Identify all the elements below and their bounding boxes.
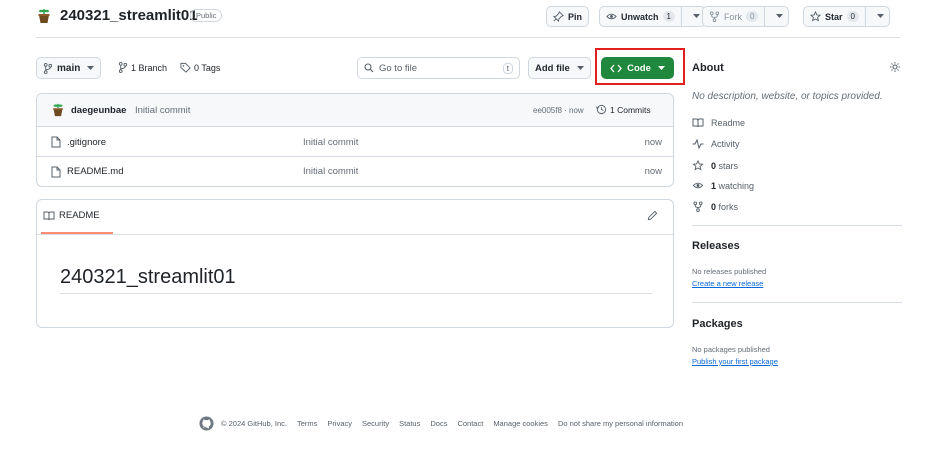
commit-hash-time[interactable]: ee005f8 · now <box>533 106 584 115</box>
footer-link-do-not-share[interactable]: Do not share my personal information <box>558 419 683 428</box>
footer-link-manage-cookies[interactable]: Manage cookies <box>493 419 548 428</box>
file-row[interactable]: .gitignore Initial commit now <box>37 128 673 157</box>
readme-header: README <box>37 200 673 235</box>
eye-icon <box>606 11 617 22</box>
star-icon <box>810 11 821 22</box>
tags-link[interactable]: 0 Tags <box>180 62 220 73</box>
header-divider <box>36 37 900 38</box>
add-file-button[interactable]: Add file <box>528 57 591 79</box>
chevron-down-icon[interactable] <box>872 14 889 19</box>
unwatch-count: 1 <box>662 11 675 22</box>
about-item-watching[interactable]: 1 watching <box>692 180 754 191</box>
sidebar-divider <box>692 225 902 226</box>
latest-commit-bar: daegeunbae Initial commit ee005f8 · now … <box>37 94 673 127</box>
file-time: now <box>644 137 662 148</box>
chevron-down-icon[interactable] <box>771 14 788 19</box>
footer-link-status[interactable]: Status <box>399 419 420 428</box>
commits-link[interactable]: 1 Commits <box>596 104 651 115</box>
code-icon <box>610 64 622 73</box>
file-icon <box>51 136 61 148</box>
star-button[interactable]: Star 0 <box>803 6 890 27</box>
file-row[interactable]: README.md Initial commit now <box>37 158 673 186</box>
file-name[interactable]: .gitignore <box>67 137 106 148</box>
footer-link-privacy[interactable]: Privacy <box>327 419 352 428</box>
shortcut-key: t <box>502 62 513 74</box>
star-count: 0 <box>846 11 859 22</box>
chevron-down-icon <box>657 65 665 71</box>
activity-icon <box>692 139 704 149</box>
go-to-file-placeholder: Go to file <box>379 62 418 74</box>
footer-link-security[interactable]: Security <box>362 419 389 428</box>
about-title: About <box>692 62 724 74</box>
pin-icon <box>553 11 564 22</box>
heading-divider <box>60 293 652 294</box>
about-item-readme[interactable]: Readme <box>692 118 745 128</box>
file-table: daegeunbae Initial commit ee005f8 · now … <box>36 93 674 187</box>
tag-icon <box>180 62 191 73</box>
sidebar-divider <box>692 302 902 303</box>
readme-heading: 240321_streamlit01 <box>60 266 236 288</box>
footer-link-docs[interactable]: Docs <box>430 419 447 428</box>
publish-package-link[interactable]: Publish your first package <box>692 357 778 366</box>
fork-count: 0 <box>746 11 759 22</box>
file-name[interactable]: README.md <box>67 166 123 177</box>
file-icon <box>51 166 61 178</box>
star-icon <box>692 160 704 171</box>
about-item-stars[interactable]: 0 stars <box>692 160 738 171</box>
packages-title[interactable]: Packages <box>692 318 743 330</box>
chevron-down-icon <box>87 65 95 71</box>
releases-title[interactable]: Releases <box>692 240 740 252</box>
about-item-activity[interactable]: Activity <box>692 139 740 149</box>
file-commit-message[interactable]: Initial commit <box>303 166 358 177</box>
chevron-down-icon <box>576 65 584 71</box>
search-icon <box>364 63 374 73</box>
book-icon <box>692 118 704 128</box>
about-item-forks[interactable]: 0 forks <box>692 201 738 212</box>
readme-tab-underline <box>41 232 113 234</box>
fork-icon <box>692 201 704 212</box>
book-icon <box>43 211 55 221</box>
file-commit-message[interactable]: Initial commit <box>303 137 358 148</box>
branches-link[interactable]: 1 Branch <box>118 62 167 73</box>
fork-icon <box>709 11 720 22</box>
edit-icon[interactable] <box>647 210 658 221</box>
branch-selector[interactable]: main <box>36 57 102 79</box>
avatar <box>36 7 52 25</box>
unwatch-button[interactable]: Unwatch 1 <box>599 6 706 27</box>
commit-message[interactable]: Initial commit <box>135 105 190 116</box>
footer-link-contact[interactable]: Contact <box>457 419 483 428</box>
gear-icon[interactable] <box>889 61 901 73</box>
create-release-link[interactable]: Create a new release <box>692 279 763 288</box>
file-time: now <box>644 166 662 177</box>
readme-box: README 240321_streamlit01 <box>36 199 674 328</box>
branch-icon <box>118 62 128 73</box>
releases-empty-text: No releases published <box>692 267 767 276</box>
pin-button[interactable]: Pin <box>546 6 590 27</box>
tab-readme[interactable]: README <box>43 210 100 221</box>
packages-empty-text: No packages published <box>692 345 770 354</box>
code-button[interactable]: Code <box>601 57 674 79</box>
github-logo-icon[interactable] <box>199 416 214 431</box>
fork-button[interactable]: Fork 0 <box>702 6 790 27</box>
branch-icon <box>43 62 53 74</box>
go-to-file-input[interactable]: Go to file t <box>357 57 520 79</box>
footer-copyright: © 2024 GitHub, Inc. <box>221 419 287 428</box>
history-icon <box>596 104 607 115</box>
footer: © 2024 GitHub, Inc. Terms Privacy Securi… <box>199 416 683 431</box>
repo-name[interactable]: 240321_streamlit01 <box>60 7 198 24</box>
avatar <box>51 102 65 118</box>
footer-link-terms[interactable]: Terms <box>297 419 317 428</box>
eye-icon <box>692 180 704 191</box>
about-description: No description, website, or topics provi… <box>692 91 883 102</box>
visibility-badge: Public <box>190 9 223 22</box>
commit-author[interactable]: daegeunbae <box>71 105 126 116</box>
